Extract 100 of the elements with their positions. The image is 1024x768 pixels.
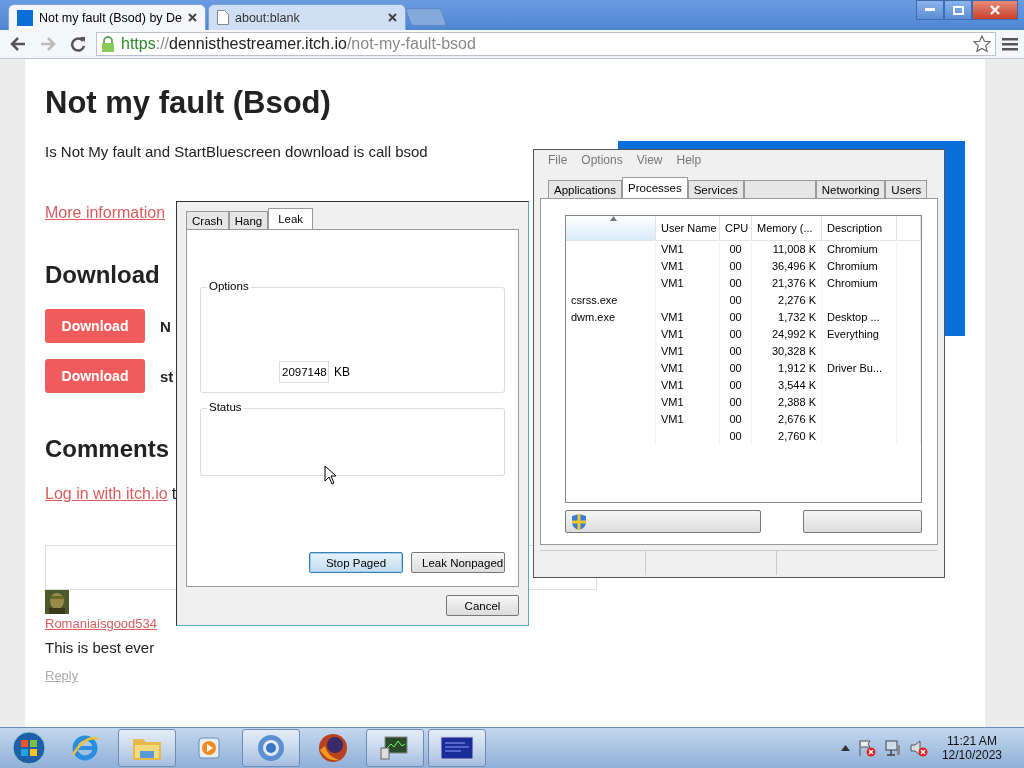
close-icon[interactable] <box>388 13 397 22</box>
flag-icon[interactable] <box>857 739 876 757</box>
table-cell: Chromium <box>827 276 878 289</box>
table-cell: 00 <box>729 293 742 306</box>
table-cell: 00 <box>729 429 742 442</box>
tab[interactable]: Users <box>885 180 928 198</box>
table-cell: VM1 <box>661 327 684 340</box>
column-header[interactable]: CPU <box>720 216 752 241</box>
reload-icon[interactable] <box>70 36 86 52</box>
login-link[interactable]: Log in with itch.io <box>45 485 168 503</box>
table-cell: Everything <box>827 327 879 340</box>
size-field[interactable]: 2097148 <box>279 360 329 383</box>
table-cell: Chromium <box>827 259 878 272</box>
taskbar-button[interactable] <box>428 729 486 767</box>
new-tab-button[interactable] <box>404 8 448 26</box>
address-bar[interactable]: https://dennisthestreamer.itch.io/not-my-fault-bsod <box>96 32 996 56</box>
file-name: N <box>160 317 171 335</box>
globe-icon <box>317 732 349 764</box>
menu-item[interactable]: Options <box>581 153 623 167</box>
close-button[interactable] <box>972 0 1018 20</box>
table-cell: 00 <box>729 344 742 357</box>
table-cell: VM1 <box>661 361 684 374</box>
table-cell: 00 <box>729 242 742 255</box>
chevron-up-icon[interactable] <box>840 745 850 751</box>
group-label: Options <box>207 280 251 292</box>
tab[interactable]: Leak <box>268 208 314 229</box>
column-header[interactable]: Description <box>822 216 897 241</box>
table-cell: 24,992 K <box>771 327 816 340</box>
table-cell: 2,676 K <box>778 412 816 425</box>
url-text: https://dennisthestreamer.itch.io/not-my-fault-bsod <box>121 35 476 53</box>
back-icon[interactable] <box>10 37 26 51</box>
table-cell: VM1 <box>661 310 684 323</box>
speaker-icon[interactable] <box>909 739 928 757</box>
date-text: 12/10/2023 <box>941 748 1002 762</box>
sort-arrow-icon <box>609 216 617 221</box>
column-header[interactable]: Memory (... <box>752 216 822 241</box>
blank-button[interactable] <box>803 510 922 533</box>
tab[interactable]: Applications <box>548 180 622 198</box>
taskbar-button[interactable] <box>366 729 424 767</box>
description-text: Is Not My fault and StartBluescreen download is call bsod <box>45 143 428 160</box>
menu-item[interactable]: View <box>636 153 663 167</box>
table-cell: 11,008 K <box>772 242 816 255</box>
comment-author-link[interactable]: Romaniaisgood534 <box>45 616 158 631</box>
table-cell: VM1 <box>661 276 684 289</box>
tab[interactable]: Hang <box>228 211 269 229</box>
minimize-icon <box>925 8 935 12</box>
table-cell: 1,732 K <box>778 310 816 323</box>
shield-button[interactable] <box>565 510 761 533</box>
table-cell: 2,760 K <box>778 429 816 442</box>
start-orb-icon <box>11 730 47 766</box>
table-cell: VM1 <box>661 344 684 357</box>
dialog-button[interactable]: Stop Paged <box>309 552 403 573</box>
table-cell: VM1 <box>661 378 684 391</box>
tab[interactable]: Services <box>687 180 744 198</box>
table-cell: csrss.exe <box>571 293 618 306</box>
close-icon[interactable] <box>188 13 197 22</box>
login-text: t <box>171 485 177 503</box>
page-icon <box>217 10 229 25</box>
column-header[interactable]: User Name <box>656 216 720 241</box>
browser-tab[interactable]: Not my fault (Bsod) by De <box>8 4 206 30</box>
browser-e-icon <box>70 733 100 763</box>
table-cell: 00 <box>729 395 742 408</box>
file-name: st <box>160 367 174 385</box>
table-cell: 00 <box>729 361 742 374</box>
dialog-button[interactable]: Leak Nonpaged <box>411 552 505 573</box>
clock[interactable]: 11:21 AM 12/10/2023 <box>941 734 1002 762</box>
tab[interactable]: Processes <box>622 177 688 198</box>
unit-label: KB <box>334 364 350 379</box>
table-cell: VM1 <box>661 259 684 272</box>
download-heading: Download <box>45 261 160 289</box>
browser-tab[interactable]: about:blank <box>208 4 406 30</box>
minimize-button[interactable] <box>916 0 944 20</box>
table-cell: 00 <box>729 378 742 391</box>
table-cell: Desktop ... <box>827 310 880 323</box>
star-icon[interactable] <box>973 35 991 53</box>
table-cell: 00 <box>729 412 742 425</box>
cancel-button[interactable]: Cancel <box>446 595 519 616</box>
table-cell: 00 <box>729 310 742 323</box>
error-screen-icon <box>440 736 474 760</box>
table-cell: 1,912 K <box>778 361 816 374</box>
tab[interactable]: Networking <box>815 180 886 198</box>
close-icon <box>990 5 1000 15</box>
menu-icon[interactable] <box>1002 37 1018 51</box>
network-icon[interactable] <box>883 739 902 757</box>
menu-item[interactable]: File <box>548 153 568 167</box>
maximize-button[interactable] <box>944 0 972 20</box>
table-cell: VM1 <box>661 412 684 425</box>
maximize-icon <box>952 5 964 15</box>
more-information-link[interactable]: More information <box>45 204 166 222</box>
comment-text: This is best ever <box>45 639 156 656</box>
comments-heading: Comments <box>45 435 170 463</box>
site-icon <box>17 9 33 26</box>
menu-item[interactable]: Help <box>676 153 702 167</box>
table-cell: 36,496 K <box>771 259 816 272</box>
table-cell: VM1 <box>661 395 684 408</box>
tab[interactable]: Crash <box>186 211 229 229</box>
table-cell: 2,276 K <box>778 293 816 306</box>
group-label: Status <box>207 401 244 413</box>
monitor-icon <box>379 734 411 762</box>
table-cell: 2,388 K <box>778 395 816 408</box>
